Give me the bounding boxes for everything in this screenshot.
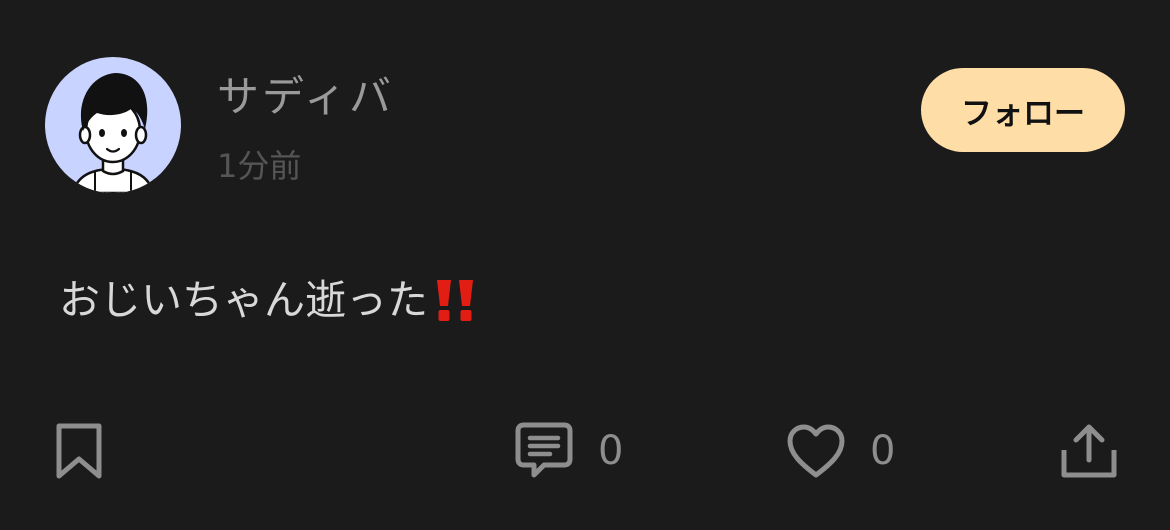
user-avatar-icon [45, 57, 181, 193]
comment-button[interactable]: 0 [514, 420, 623, 482]
follow-button-label: フォロー [961, 95, 1085, 132]
username[interactable]: サディバ [217, 72, 394, 122]
bookmark-button[interactable] [54, 420, 104, 482]
post-text: おじいちゃん逝った [59, 272, 480, 328]
share-icon [1061, 424, 1117, 478]
double-exclamation-icon [432, 278, 480, 322]
follow-button[interactable]: フォロー [921, 68, 1125, 152]
post-timestamp: 1分前 [217, 147, 302, 185]
avatar[interactable] [45, 57, 181, 193]
post-body: おじいちゃん逝った [59, 276, 428, 324]
share-button[interactable] [1060, 420, 1118, 482]
heart-icon [787, 424, 845, 478]
bookmark-icon [56, 423, 102, 479]
like-button[interactable]: 0 [786, 420, 895, 482]
comment-icon [515, 422, 573, 478]
comment-count: 0 [598, 428, 624, 474]
like-count: 0 [870, 428, 896, 474]
